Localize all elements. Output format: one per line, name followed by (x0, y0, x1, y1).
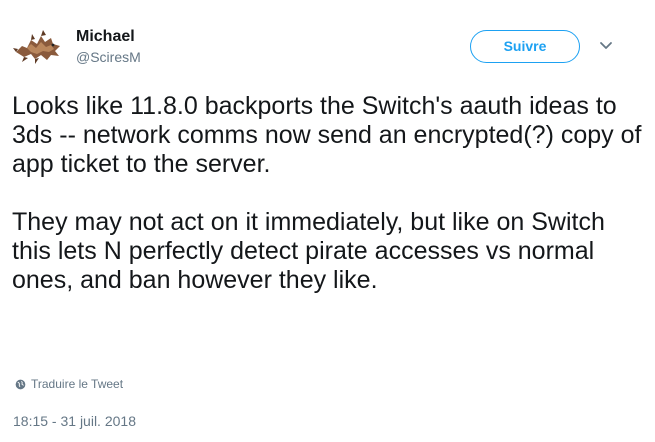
user-handle[interactable]: @SciresM (76, 48, 141, 66)
display-name[interactable]: Michael (76, 27, 141, 47)
tweet-paragraph: They may not act on it immediately, but … (12, 208, 605, 294)
tweet-card: Michael @SciresM Suivre Looks like 11.8.… (0, 0, 655, 442)
user-info: Michael @SciresM (76, 27, 141, 66)
avatar[interactable] (13, 24, 63, 64)
follow-button[interactable]: Suivre (470, 30, 580, 63)
translate-label[interactable]: Traduire le Tweet (31, 376, 123, 392)
translate-tweet-link[interactable]: Traduire le Tweet (15, 376, 123, 392)
tweet-timestamp[interactable]: 18:15 - 31 juil. 2018 (13, 412, 136, 430)
chevron-down-icon[interactable] (598, 40, 614, 52)
tweet-text: Looks like 11.8.0 backports the Switch's… (12, 92, 642, 295)
tweet-paragraph: Looks like 11.8.0 backports the Switch's… (12, 92, 642, 178)
globe-icon (15, 379, 26, 389)
